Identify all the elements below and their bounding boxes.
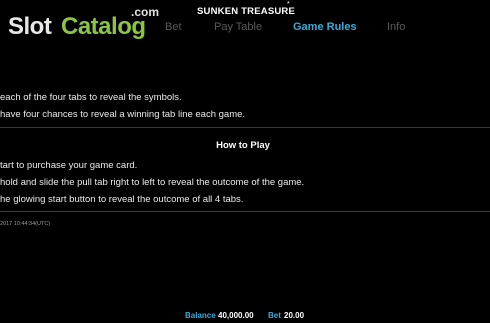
how-to-play-heading: How to Play [216, 140, 270, 151]
rule-line: have four chances to reveal a winning ta… [0, 109, 246, 120]
section-divider [0, 127, 490, 128]
section-divider [0, 211, 490, 212]
title-mark: * [287, 1, 290, 8]
logo-com-text: .com [131, 5, 160, 19]
tab-bet[interactable]: Bet [165, 21, 182, 33]
game-title: SUNKEN TREASURE [197, 6, 296, 17]
bet-label: Bet [268, 311, 281, 320]
balance-value: 40,000.00 [218, 311, 254, 320]
status-footer: Balance 40,000.00 Bet 20.00 [0, 311, 490, 323]
tab-pay-table[interactable]: Pay Table [214, 21, 262, 33]
how-to-play-line: tart to purchase your game card. [0, 160, 138, 171]
menu-tabs: Bet Pay Table Game Rules Info [0, 21, 490, 35]
rule-line: each of the four tabs to reveal the symb… [0, 92, 182, 103]
timestamp: 2017 10:44:34(UTC) [0, 221, 51, 227]
balance-label: Balance [185, 311, 216, 320]
how-to-play-line: he glowing start button to reveal the ou… [0, 194, 244, 205]
how-to-play-line: hold and slide the pull tab right to lef… [0, 177, 305, 188]
tab-info[interactable]: Info [387, 21, 405, 33]
tab-game-rules[interactable]: Game Rules [293, 21, 357, 33]
bet-value: 20.00 [284, 311, 305, 320]
